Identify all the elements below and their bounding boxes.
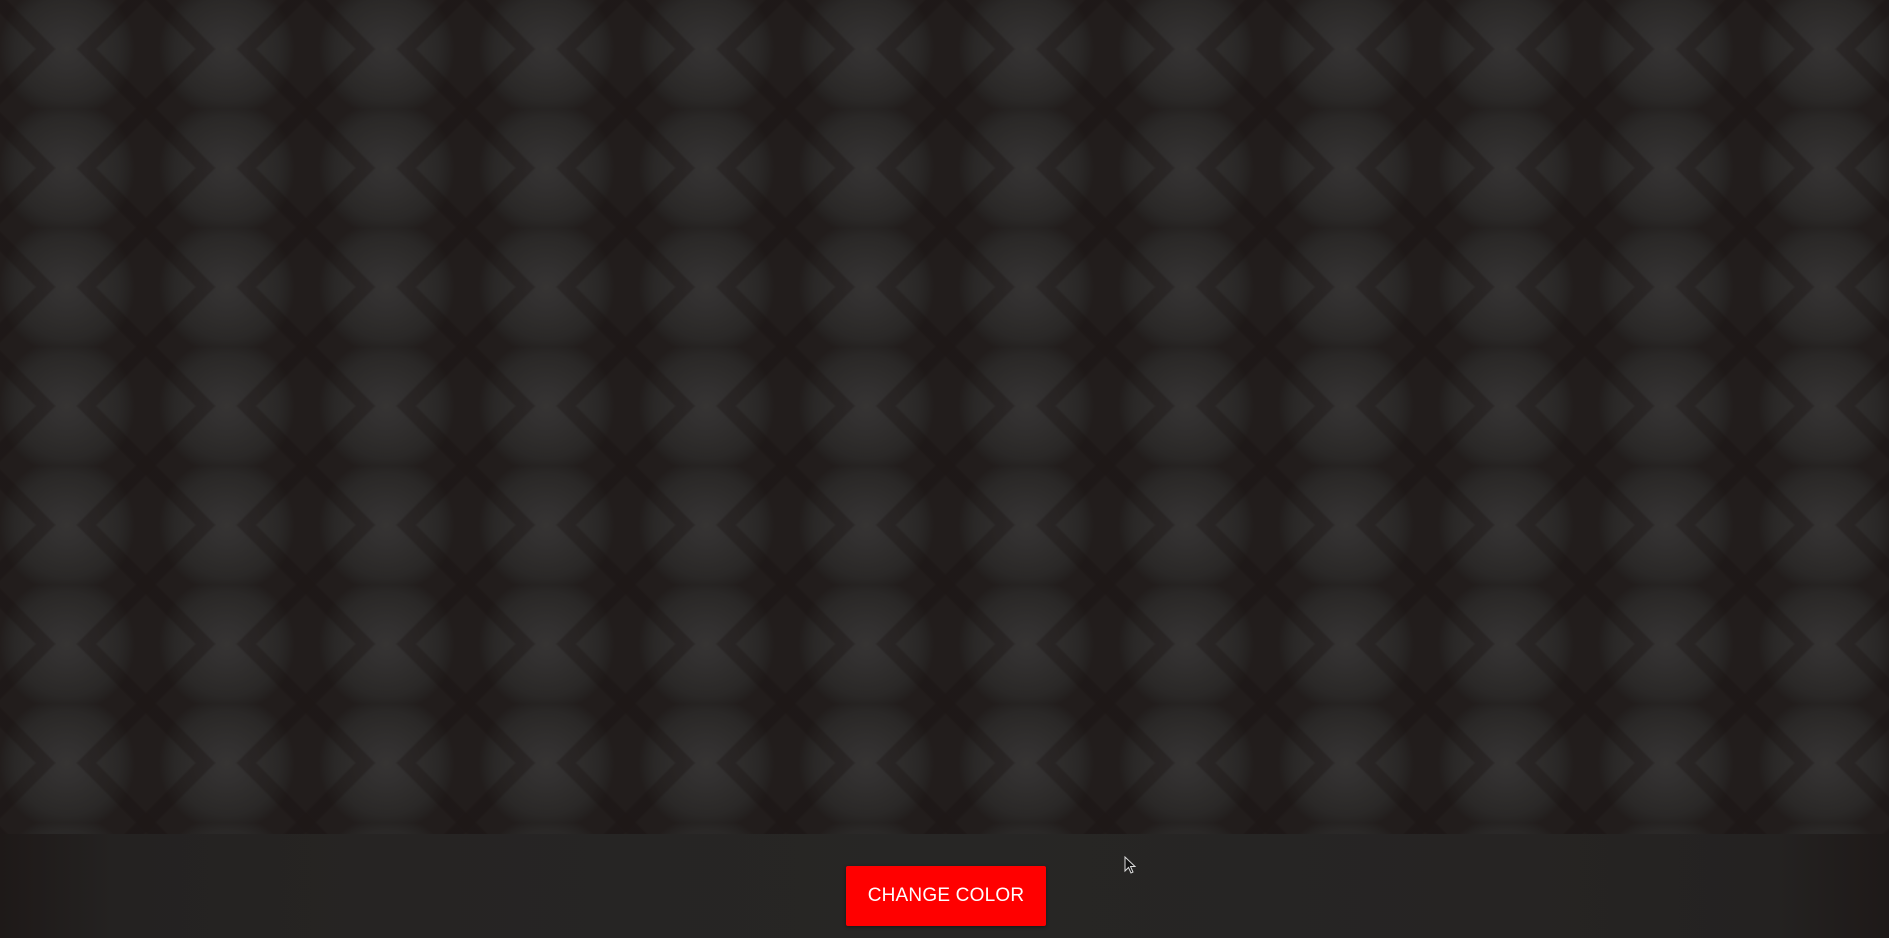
mouse-pointer-icon: [1124, 856, 1137, 874]
change-color-button[interactable]: CHANGE COLOR: [846, 866, 1046, 926]
patterned-background: [0, 0, 1889, 834]
